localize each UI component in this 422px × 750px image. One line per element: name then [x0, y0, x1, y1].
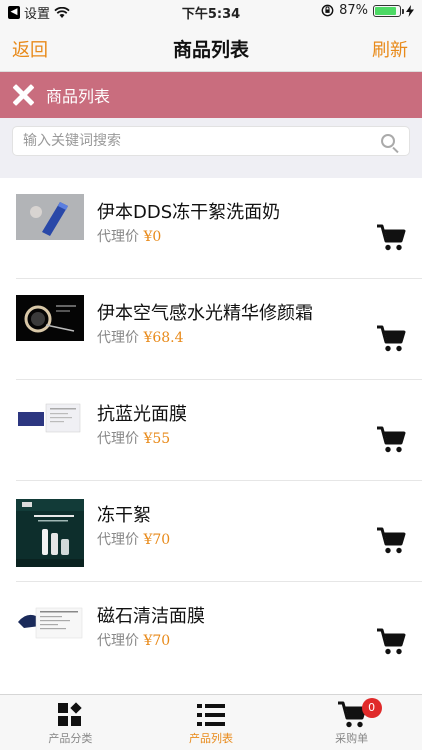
- navigation-bar: 返回 商品列表 刷新: [0, 22, 422, 72]
- product-price: 代理价 ¥70: [97, 529, 170, 549]
- battery-percent: 87%: [339, 3, 368, 18]
- search-icon[interactable]: [381, 134, 395, 148]
- product-thumbnail: [16, 194, 84, 240]
- status-bar: ◀ 设置 下午5:34 87%: [0, 0, 422, 22]
- tab-product-category[interactable]: 产品分类: [0, 695, 141, 750]
- product-thumbnail: [16, 396, 84, 442]
- status-right: 87%: [321, 3, 414, 18]
- product-name: 冻干絮: [97, 505, 151, 526]
- list-icon: [197, 704, 225, 726]
- list-item[interactable]: 伊本DDS冻干絮洗面奶 代理价 ¥0: [16, 178, 422, 279]
- product-name: 伊本空气感水光精华修颜霜: [97, 303, 313, 324]
- product-name: 磁石清洁面膜: [97, 606, 205, 627]
- search-box: [12, 126, 410, 156]
- price-label: 代理价: [97, 532, 139, 548]
- tab-purchase-order[interactable]: 0 采购单: [281, 695, 422, 750]
- price-value: ¥70: [143, 633, 171, 649]
- close-icon[interactable]: [11, 83, 35, 107]
- banner-title: 商品列表: [46, 87, 111, 106]
- cart-count-badge: 0: [361, 698, 382, 718]
- list-item[interactable]: 伊本空气感水光精华修颜霜 代理价 ¥68.4: [16, 279, 422, 380]
- price-label: 代理价: [97, 330, 139, 346]
- product-thumbnail: [16, 499, 84, 567]
- product-thumbnail: [16, 295, 84, 341]
- tab-bar: 产品分类 产品列表 0 采购单: [0, 694, 422, 750]
- section-banner: 商品列表: [0, 72, 422, 118]
- search-input[interactable]: [13, 127, 373, 155]
- tab-label: 产品列表: [189, 732, 233, 745]
- refresh-button[interactable]: 刷新: [372, 36, 408, 62]
- list-item[interactable]: 抗蓝光面膜 代理价 ¥55: [16, 380, 422, 481]
- price-label: 代理价: [97, 633, 139, 649]
- add-to-cart-icon[interactable]: [376, 325, 406, 353]
- add-to-cart-icon[interactable]: [376, 628, 406, 656]
- product-list: 伊本DDS冻干絮洗面奶 代理价 ¥0 伊本空气感水光精华修颜霜 代理价 ¥68.…: [0, 178, 422, 694]
- battery-fill: [375, 6, 396, 15]
- battery-icon: [373, 4, 404, 17]
- add-to-cart-icon[interactable]: [376, 224, 406, 252]
- tab-product-list[interactable]: 产品列表: [141, 695, 282, 750]
- tab-label: 产品分类: [48, 732, 93, 745]
- price-label: 代理价: [97, 431, 139, 447]
- price-label: 代理价: [97, 229, 139, 245]
- price-value: ¥68.4: [143, 330, 184, 346]
- orientation-lock-icon: [321, 4, 334, 17]
- page-title: 商品列表: [172, 39, 249, 61]
- search-area: [0, 118, 422, 166]
- product-price: 代理价 ¥68.4: [97, 327, 184, 347]
- price-value: ¥0: [143, 229, 162, 245]
- list-item[interactable]: 冻干絮 代理价 ¥70: [16, 481, 422, 582]
- add-to-cart-icon[interactable]: [376, 426, 406, 454]
- price-value: ¥70: [143, 532, 171, 548]
- product-price: 代理价 ¥0: [97, 226, 161, 246]
- price-value: ¥55: [143, 431, 171, 447]
- charging-icon: [406, 4, 414, 17]
- add-to-cart-icon[interactable]: [376, 527, 406, 555]
- product-name: 伊本DDS冻干絮洗面奶: [97, 202, 281, 223]
- product-price: 代理价 ¥70: [97, 630, 170, 650]
- grid-icon: [58, 702, 82, 726]
- tab-label: 采购单: [335, 732, 369, 745]
- product-name: 抗蓝光面膜: [97, 404, 187, 425]
- list-item[interactable]: 磁石清洁面膜 代理价 ¥70: [16, 582, 422, 683]
- product-price: 代理价 ¥55: [97, 428, 170, 448]
- product-thumbnail: [16, 598, 84, 644]
